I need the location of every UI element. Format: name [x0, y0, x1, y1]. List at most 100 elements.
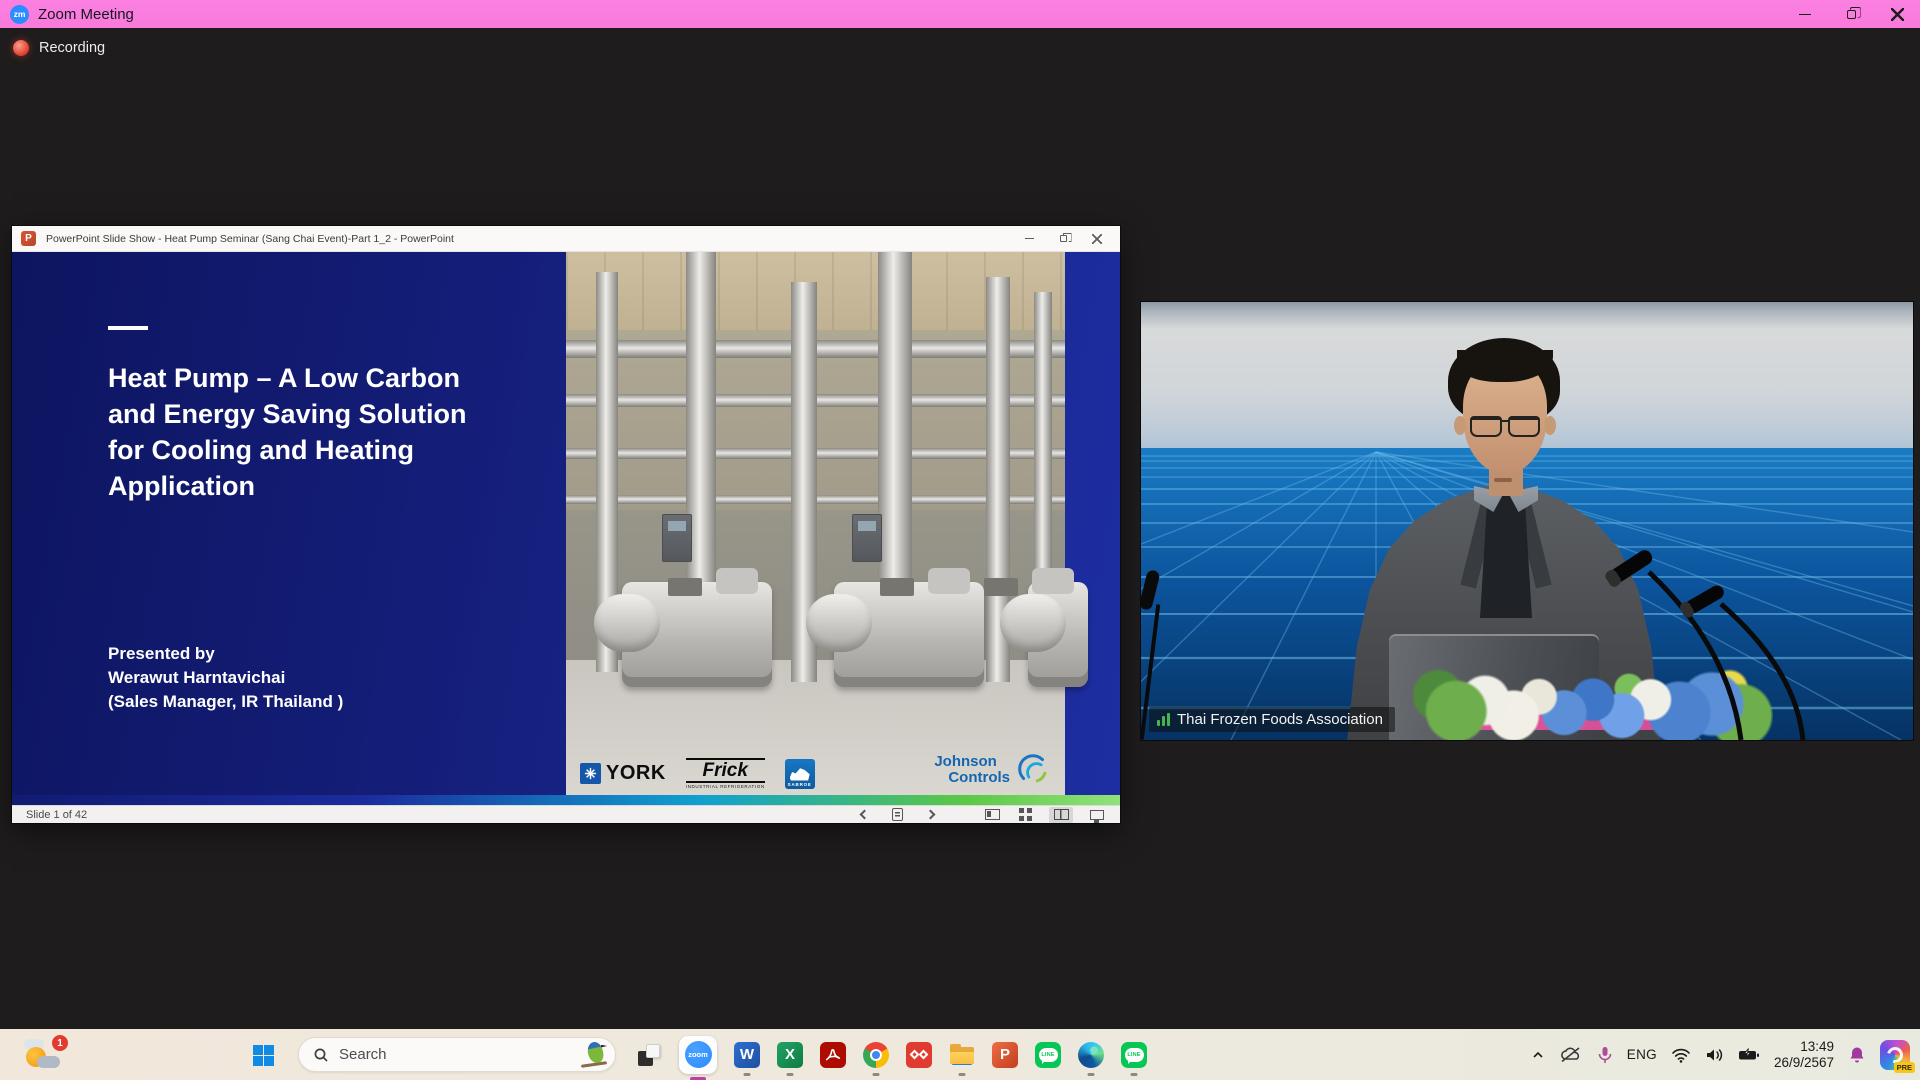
presented-by-label: Presented by	[108, 642, 343, 666]
compressor-unit	[1028, 582, 1088, 687]
frick-logo: Frick INDUSTRIAL REFRIGERATION	[686, 758, 765, 789]
tray-date: 26/9/2567	[1774, 1055, 1834, 1071]
chevron-left-icon	[859, 810, 869, 820]
clock-tray[interactable]: 13:49 26/9/2567	[1774, 1040, 1834, 1070]
zoom-app-icon: zm	[10, 5, 29, 24]
taskbar-icon-powerpoint[interactable]: P	[992, 1042, 1018, 1068]
partner-logos: YORK Frick INDUSTRIAL REFRIGERATION SABR…	[580, 758, 815, 789]
search-input[interactable]	[339, 1046, 579, 1063]
taskbar-icon-zoom[interactable]: zoom	[679, 1036, 717, 1074]
close-icon	[1092, 234, 1102, 244]
diamond-app-icon	[906, 1042, 932, 1068]
taskbar-icon-edge[interactable]	[1078, 1042, 1104, 1068]
participant-name: Thai Frozen Foods Association	[1177, 711, 1383, 728]
taskbar-icon-diamond-app[interactable]	[906, 1042, 932, 1068]
notification-bell[interactable]	[1848, 1040, 1866, 1070]
taskbar-icon-acrobat[interactable]	[820, 1042, 846, 1068]
powerpoint-minimize-button[interactable]	[1012, 227, 1046, 251]
minimize-icon	[1799, 14, 1811, 15]
line-bubble: LINE	[1039, 1048, 1058, 1062]
slide-progress-strip	[12, 795, 1120, 805]
presenter-shirt	[1480, 490, 1532, 618]
copilot-button[interactable]: PRE	[1880, 1040, 1910, 1070]
previous-slide-button[interactable]	[855, 807, 873, 823]
wifi-icon	[1671, 1047, 1691, 1063]
minimize-button[interactable]	[1782, 0, 1828, 28]
powerpoint-close-button[interactable]	[1080, 227, 1114, 251]
chrome-icon	[863, 1042, 889, 1068]
search-daily-image	[579, 1039, 611, 1071]
control-cabinet	[852, 514, 882, 562]
copilot-preview-badge: PRE	[1894, 1062, 1915, 1073]
powerpoint-window-controls	[1012, 227, 1114, 251]
close-button[interactable]	[1874, 0, 1920, 28]
speaker-icon	[1705, 1047, 1724, 1063]
chevron-right-icon	[925, 810, 935, 820]
restore-button[interactable]	[1828, 0, 1874, 28]
annotation-pen-button[interactable]	[888, 807, 906, 823]
machine-room-photo: YORK Frick INDUSTRIAL REFRIGERATION SABR…	[566, 252, 1065, 795]
onedrive-status[interactable]	[1559, 1040, 1583, 1070]
bell-icon	[1848, 1046, 1866, 1064]
see-all-slides-button[interactable]	[1016, 807, 1034, 823]
connection-bars-icon	[1157, 713, 1170, 726]
start-button[interactable]	[248, 1040, 278, 1070]
powerpoint-titlebar: P PowerPoint Slide Show - Heat Pump Semi…	[12, 226, 1120, 252]
slideshow-controls	[855, 807, 1106, 823]
presenter-ear	[1454, 416, 1466, 435]
monitor-icon	[1090, 810, 1104, 820]
recording-label: Recording	[39, 40, 105, 56]
presentation-slide[interactable]: Heat Pump – A Low Carbon and Energy Savi…	[12, 252, 1120, 805]
taskbar-apps: zoom W X	[636, 1029, 1147, 1080]
search-box[interactable]	[298, 1037, 616, 1072]
restore-icon	[1060, 235, 1067, 242]
powerpoint-window: P PowerPoint Slide Show - Heat Pump Semi…	[12, 226, 1120, 823]
york-snowflake-icon	[580, 763, 601, 784]
reading-view-button[interactable]	[1049, 807, 1073, 823]
system-tray: ENG 13:49 26/9/2567	[1531, 1029, 1910, 1080]
frick-wordmark: Frick	[686, 758, 765, 783]
squares-app-icon	[646, 1044, 660, 1058]
language-indicator[interactable]: ENG	[1627, 1040, 1657, 1070]
tray-time: 13:49	[1774, 1039, 1834, 1055]
taskbar-icon-line[interactable]: LINE	[1035, 1042, 1061, 1068]
frick-subtitle: INDUSTRIAL REFRIGERATION	[686, 784, 765, 789]
wifi-status[interactable]	[1671, 1040, 1691, 1070]
taskbar-icon-excel[interactable]: X	[777, 1042, 803, 1068]
microphone-icon	[1597, 1046, 1613, 1064]
tray-expand-button[interactable]	[1531, 1040, 1545, 1070]
chevron-up-icon	[1531, 1048, 1545, 1062]
book-icon	[1054, 809, 1069, 820]
display-settings-button[interactable]	[1088, 807, 1106, 823]
folder-icon	[949, 1042, 975, 1068]
grid-icon	[1019, 808, 1032, 821]
cloud-icon	[37, 1056, 60, 1068]
taskbar-icon-chrome[interactable]	[863, 1042, 889, 1068]
presenter-ear	[1544, 416, 1556, 435]
zoom-window-titlebar: zm Zoom Meeting	[0, 0, 1920, 28]
weather-widget[interactable]: 1	[24, 1035, 70, 1073]
compressor-unit	[834, 582, 984, 687]
taskbar-icon-file-explorer[interactable]	[949, 1042, 975, 1068]
diamond-glyph	[919, 1050, 929, 1060]
next-slide-button[interactable]	[921, 807, 939, 823]
participant-video-tile[interactable]: Thai Frozen Foods Association	[1141, 302, 1913, 740]
microphone-status[interactable]	[1597, 1040, 1613, 1070]
notes-view-button[interactable]	[983, 807, 1001, 823]
york-wordmark: YORK	[606, 762, 666, 785]
windows-logo-icon	[253, 1045, 274, 1066]
taskbar-icon-word[interactable]: W	[734, 1042, 760, 1068]
running-indicator	[1131, 1073, 1138, 1076]
taskbar-icon-squares-app[interactable]	[636, 1042, 662, 1068]
slide-title: Heat Pump – A Low Carbon and Energy Savi…	[108, 360, 508, 504]
edge-icon	[1078, 1042, 1104, 1068]
presenter-role: (Sales Manager, IR Thailand )	[108, 690, 343, 714]
taskbar: 1 zoom W X	[0, 1029, 1920, 1080]
volume-status[interactable]	[1705, 1040, 1724, 1070]
taskbar-icon-line-2[interactable]: LINE	[1121, 1042, 1147, 1068]
battery-status[interactable]	[1738, 1040, 1760, 1070]
presenter-glasses	[1470, 416, 1540, 437]
line-bubble: LINE	[1125, 1048, 1144, 1062]
powerpoint-restore-button[interactable]	[1046, 227, 1080, 251]
sabroe-wordmark: SABROE	[788, 782, 812, 787]
